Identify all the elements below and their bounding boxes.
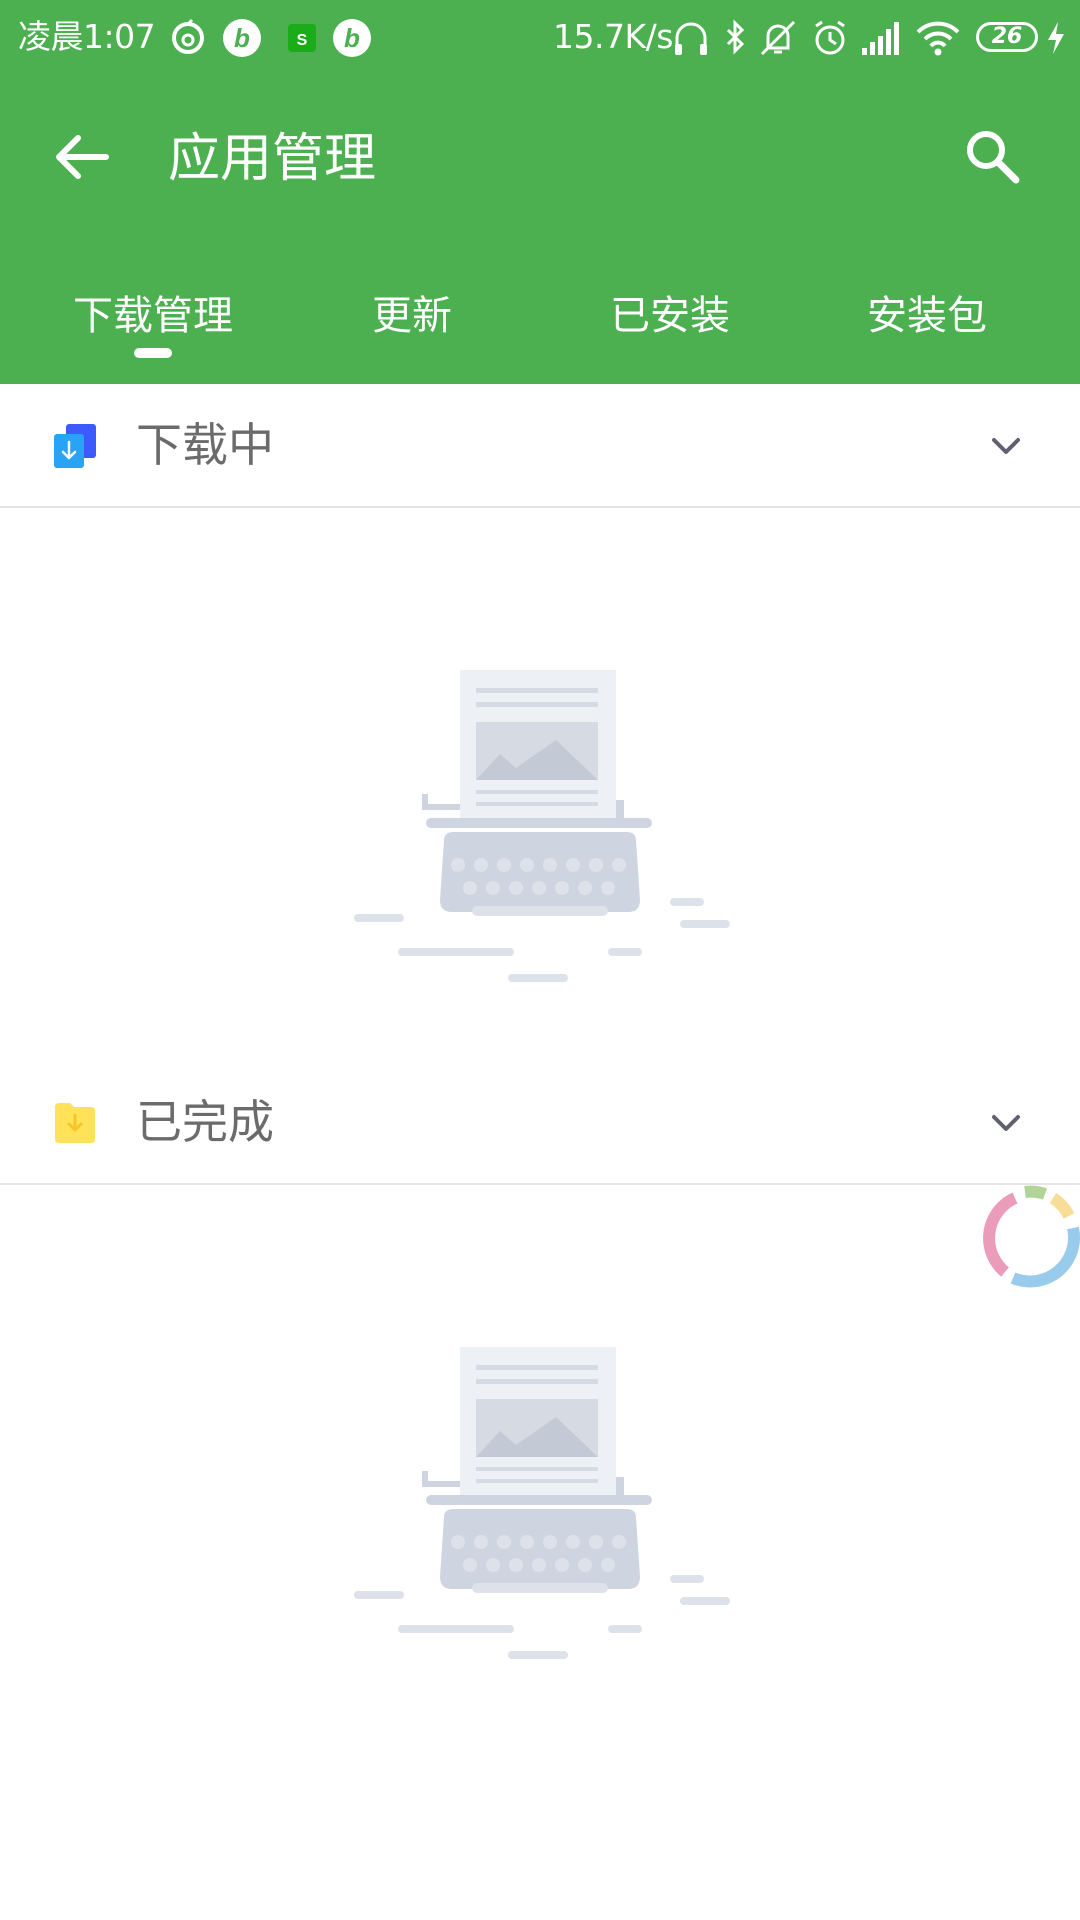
status-bar: 凌晨1:07 b S b 15.7K/s 26 — [0, 0, 1080, 74]
chevron-down-icon[interactable] — [984, 424, 1028, 468]
charging-icon — [1048, 22, 1064, 54]
completed-folder-icon — [55, 1103, 95, 1143]
search-icon — [967, 131, 1020, 184]
section-downloading-header[interactable]: 下载中 — [0, 384, 1080, 508]
page-title: 应用管理 — [168, 129, 377, 189]
chevron-down-icon[interactable] — [984, 1101, 1028, 1145]
netease-music-icon — [172, 18, 204, 54]
wifi-icon — [916, 21, 960, 56]
downloading-icon — [54, 424, 96, 468]
floating-loader-icon[interactable] — [975, 1180, 1080, 1290]
mute-icon — [760, 20, 796, 56]
tab-download-manager[interactable]: 下载管理 — [24, 276, 282, 356]
bilibili-icon: b — [223, 19, 261, 57]
tab-bar: 下载管理 更新 已安装 安装包 — [0, 276, 1080, 384]
status-time: 凌晨1:07 — [18, 17, 156, 56]
network-speed: 15.7K/s — [553, 17, 673, 56]
shopping-app-icon: S — [288, 24, 316, 52]
svg-text:S: S — [297, 32, 308, 49]
tab-indicator — [134, 348, 172, 358]
section-downloading-label: 下载中 — [136, 418, 274, 472]
empty-state-illustration — [354, 670, 730, 982]
svg-text:b: b — [234, 23, 250, 53]
svg-text:b: b — [344, 23, 360, 53]
battery-level: 26 — [991, 24, 1023, 49]
headphones-icon — [675, 22, 707, 55]
app-header: 凌晨1:07 b S b 15.7K/s 26 应用管理 下载管理 更新 已安装… — [0, 0, 1080, 384]
section-completed-header[interactable]: 已完成 — [0, 1061, 1080, 1185]
search-button[interactable] — [960, 124, 1024, 188]
bilibili-icon: b — [333, 19, 371, 57]
tab-installed[interactable]: 已安装 — [541, 276, 799, 356]
empty-state-illustration — [354, 1347, 730, 1659]
screen: 凌晨1:07 b S b 15.7K/s 26 应用管理 下载管理 更新 已安装… — [0, 0, 1080, 1920]
signal-icon — [862, 22, 899, 55]
section-completed-label: 已完成 — [136, 1095, 274, 1149]
alarm-icon — [815, 20, 845, 55]
tab-updates[interactable]: 更新 — [283, 276, 541, 356]
tab-packages[interactable]: 安装包 — [798, 276, 1056, 356]
battery-icon: 26 — [976, 22, 1038, 52]
arrow-back-icon — [56, 135, 109, 179]
bluetooth-icon — [726, 19, 745, 55]
back-button[interactable] — [50, 126, 112, 188]
